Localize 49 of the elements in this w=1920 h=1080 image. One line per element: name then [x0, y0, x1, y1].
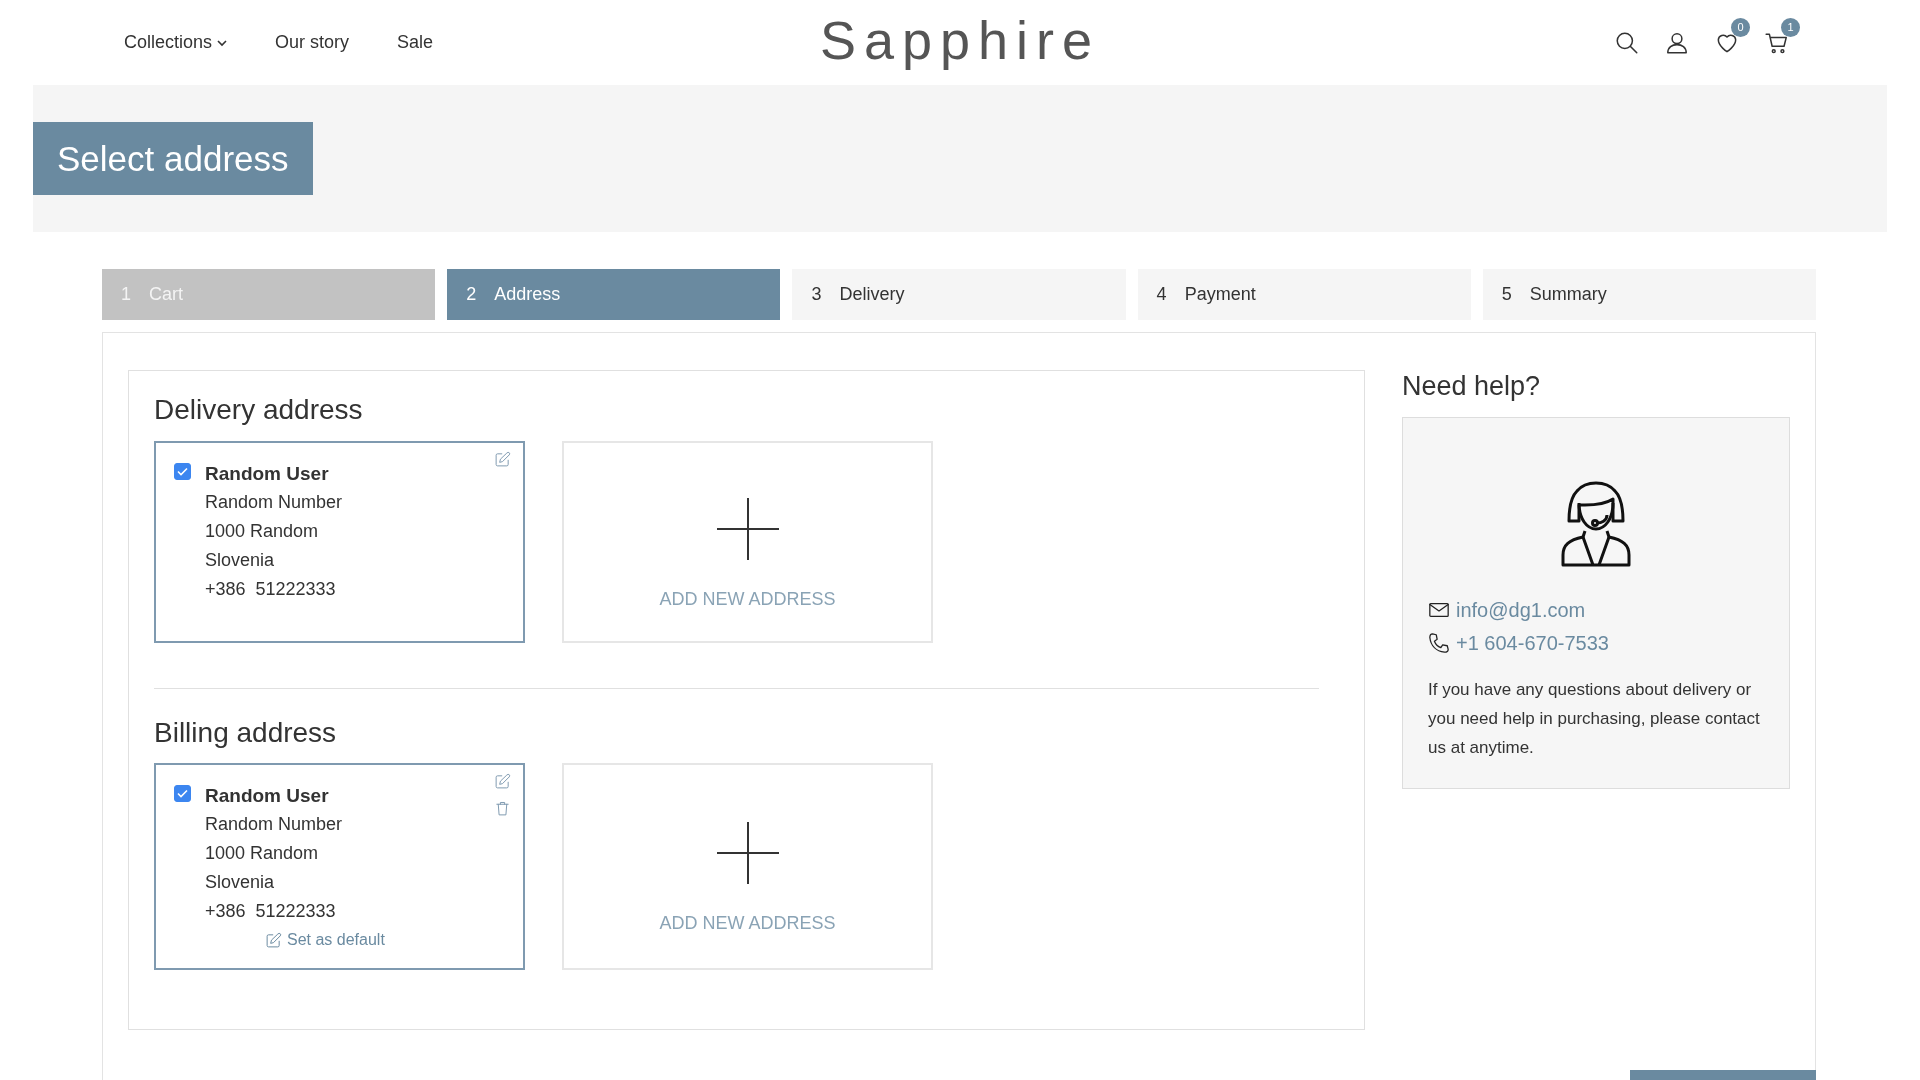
address-name: Random User: [205, 784, 330, 809]
step-label: Delivery: [839, 283, 905, 306]
address-line: Slovenia: [205, 548, 276, 572]
address-line: 1000 Random: [205, 519, 320, 543]
step-number: 5: [1501, 283, 1512, 306]
page-title: Select address: [33, 122, 313, 195]
step-number: 2: [466, 283, 477, 306]
address-line: Random Number: [205, 813, 344, 837]
edit-icon: [494, 450, 511, 468]
edit-icon: [494, 773, 511, 791]
step-number: 4: [1156, 283, 1167, 306]
section-heading: Delivery address: [154, 393, 364, 427]
help-text: If you have any questions about delivery or you need help in purchasing, please contact us at anytime.: [1428, 679, 1761, 760]
checkout-step[interactable]: 3 Delivery: [792, 269, 1126, 320]
step-label: Address: [494, 283, 561, 306]
address-card[interactable]: Random User Random Number 1000 Random Slovenia +386 51222333 Set as default: [154, 763, 525, 970]
step-label: Summary: [1529, 283, 1607, 306]
set-default-link[interactable]: Set as default: [265, 928, 385, 953]
checkout-step[interactable]: 2 Address: [447, 269, 781, 320]
step-number: 3: [811, 283, 822, 306]
plus-icon: [716, 497, 779, 560]
address-card[interactable]: Random User Random Number 1000 Random Slovenia +386 51222333: [154, 440, 525, 643]
edit-icon: [265, 931, 282, 949]
cart-count: 1: [1781, 17, 1800, 37]
check-icon: [177, 466, 188, 476]
nav-link[interactable]: Collections: [124, 29, 228, 56]
wishlist-count: 0: [1731, 17, 1750, 37]
check-icon: [177, 789, 188, 799]
phone-icon: [1428, 631, 1450, 654]
address-line: +386 51222333: [205, 577, 337, 601]
checkbox[interactable]: [174, 785, 191, 803]
address-line: +386 51222333: [205, 900, 337, 924]
address-name: Random User: [205, 461, 330, 486]
delete-button[interactable]: [494, 800, 511, 818]
checkout-step[interactable]: 5 Summary: [1482, 269, 1816, 320]
trash-icon: [494, 800, 511, 818]
edit-button[interactable]: [494, 773, 511, 791]
section-heading: Billing address: [154, 715, 338, 750]
checkbox[interactable]: [174, 462, 191, 480]
address-line: 1000 Random: [205, 842, 320, 866]
checkout-step[interactable]: 4 Payment: [1137, 269, 1471, 320]
address-line: Slovenia: [205, 871, 276, 895]
help-heading: Need help?: [1402, 370, 1542, 403]
nav-link[interactable]: Sale: [397, 29, 434, 56]
nav-link[interactable]: Our story: [275, 29, 350, 56]
step-label: Payment: [1184, 283, 1256, 306]
plus-icon: [716, 822, 779, 885]
address-line: Random Number: [205, 490, 343, 514]
edit-button[interactable]: [494, 450, 511, 468]
